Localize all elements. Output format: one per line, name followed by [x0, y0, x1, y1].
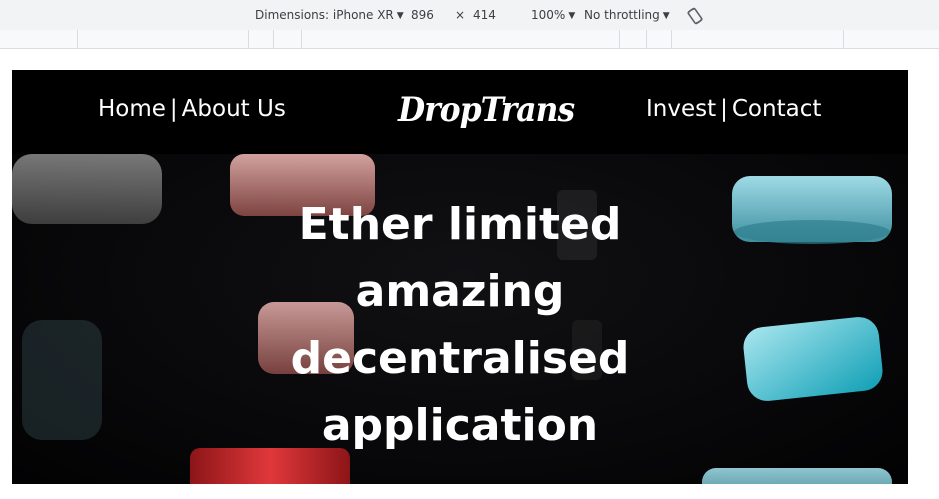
site-navbar: Home | About Us DropTrans Invest | Contact: [12, 70, 908, 154]
nav-separator: |: [720, 96, 728, 122]
height-input[interactable]: 414: [473, 8, 496, 22]
nav-separator: |: [169, 96, 178, 122]
site-logo[interactable]: DropTrans: [398, 90, 575, 130]
media-query-ruler: [0, 30, 939, 49]
nav-link-home[interactable]: Home: [98, 96, 166, 122]
throttling-label: No throttling: [584, 8, 660, 22]
caret-down-icon: ▼: [396, 11, 404, 21]
nav-left-group: Home | About Us: [98, 96, 286, 122]
nav-link-contact[interactable]: Contact: [732, 96, 821, 122]
dimensions-label: Dimensions: iPhone XR: [255, 8, 394, 22]
device-toolbar: Dimensions: iPhone XR ▼ 896 × 414 100% ▼ N…: [0, 0, 939, 31]
zoom-dropdown[interactable]: 100% ▼: [531, 8, 575, 22]
rotate-icon[interactable]: [685, 6, 705, 26]
throttling-dropdown[interactable]: No throttling ▼: [584, 8, 670, 22]
hero-title: Ether limited amazing decentralised appl…: [290, 199, 630, 451]
nav-right-group: Invest | Contact: [646, 96, 821, 122]
caret-down-icon: ▼: [568, 11, 576, 21]
device-viewport: Home | About Us DropTrans Invest | Contact E…: [12, 70, 908, 484]
nav-link-invest[interactable]: Invest: [646, 96, 716, 122]
zoom-label: 100%: [531, 8, 566, 22]
width-input[interactable]: 896: [411, 8, 434, 22]
times-symbol: ×: [455, 8, 466, 22]
dimensions-dropdown[interactable]: Dimensions: iPhone XR ▼: [255, 8, 404, 22]
nav-link-about-us[interactable]: About Us: [182, 96, 286, 122]
caret-down-icon: ▼: [662, 11, 670, 21]
